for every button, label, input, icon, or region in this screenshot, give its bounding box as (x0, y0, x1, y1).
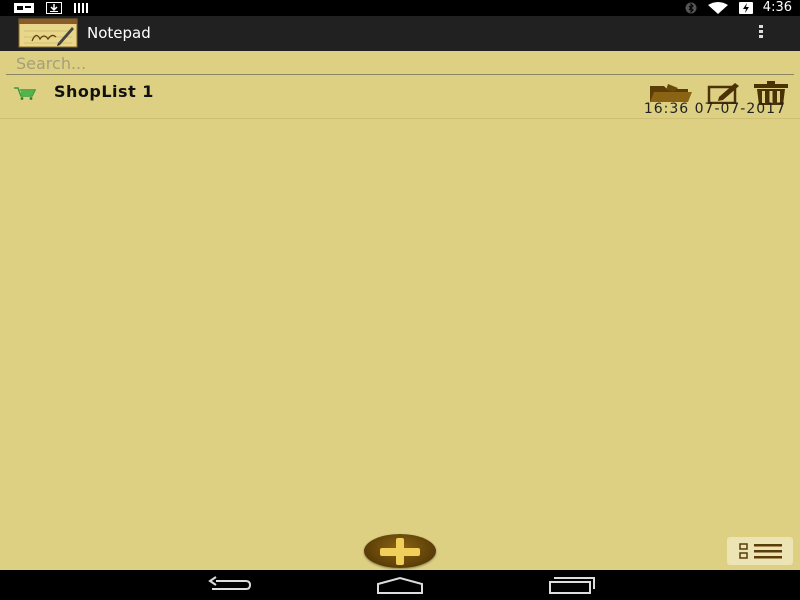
overflow-dot (759, 25, 763, 28)
list-view-icon (739, 543, 782, 559)
status-right-icons: 4:36 (685, 0, 792, 16)
search-box (6, 52, 794, 75)
add-note-button[interactable] (364, 534, 436, 568)
action-bar: Notepad (0, 16, 800, 51)
battery-charging-icon (738, 2, 753, 14)
list-view-button[interactable] (727, 537, 793, 565)
notepad-screen: 4:36 Notepad Shop (0, 0, 800, 600)
status-left-icons (14, 2, 90, 14)
note-title: ShopList 1 (54, 82, 154, 101)
recents-icon[interactable] (548, 576, 596, 594)
search-input[interactable] (6, 52, 794, 74)
home-icon[interactable] (376, 576, 424, 594)
plus-icon-vertical (396, 538, 404, 565)
signal-bars-icon (74, 3, 88, 13)
navigation-bar (0, 570, 800, 600)
app-title: Notepad (87, 24, 151, 42)
note-timestamp: 16:36 07-07-2017 (643, 101, 786, 117)
download-icon (46, 2, 62, 14)
overflow-menu-icon[interactable] (756, 25, 766, 43)
status-bar: 4:36 (0, 0, 800, 16)
wifi-icon (707, 2, 728, 14)
shopping-cart-icon (14, 87, 36, 100)
back-icon[interactable] (206, 576, 252, 594)
overflow-dot (759, 35, 763, 38)
bluetooth-icon (685, 2, 697, 14)
notification-card-icon (14, 3, 34, 13)
status-time: 4:36 (762, 0, 792, 15)
notepad-logo-icon[interactable] (18, 17, 78, 49)
overflow-dot (759, 30, 763, 33)
note-list-item[interactable]: ShopList 1 16:36 07-07-2017 (0, 76, 800, 119)
